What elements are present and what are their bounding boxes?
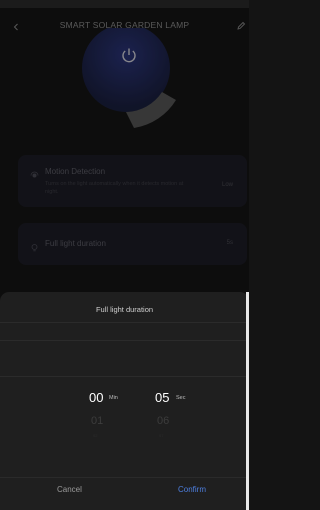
divider <box>0 477 249 478</box>
minutes-value: 00 <box>89 390 104 405</box>
sheet-edge <box>246 292 249 510</box>
seconds-unit: Sec <box>176 395 186 401</box>
minutes-next: 01 <box>91 415 104 427</box>
sheet-title: Full light duration <box>95 305 154 314</box>
divider <box>0 376 249 377</box>
seconds-ghost: 07 <box>159 433 164 438</box>
minutes-unit: Min <box>109 395 118 401</box>
seconds-value: 05 <box>155 390 170 405</box>
app-screen: SMART SOLAR GARDEN LAMP Motion Detection <box>0 0 249 510</box>
seconds-next: 06 <box>157 415 170 427</box>
divider <box>0 340 249 341</box>
confirm-button[interactable]: Confirm <box>178 485 206 494</box>
duration-picker-sheet: Full light duration 00 Min 01 02 05 Sec … <box>0 292 249 510</box>
cancel-button[interactable]: Cancel <box>57 485 82 494</box>
divider <box>0 322 249 323</box>
minutes-ghost: 02 <box>93 433 98 438</box>
